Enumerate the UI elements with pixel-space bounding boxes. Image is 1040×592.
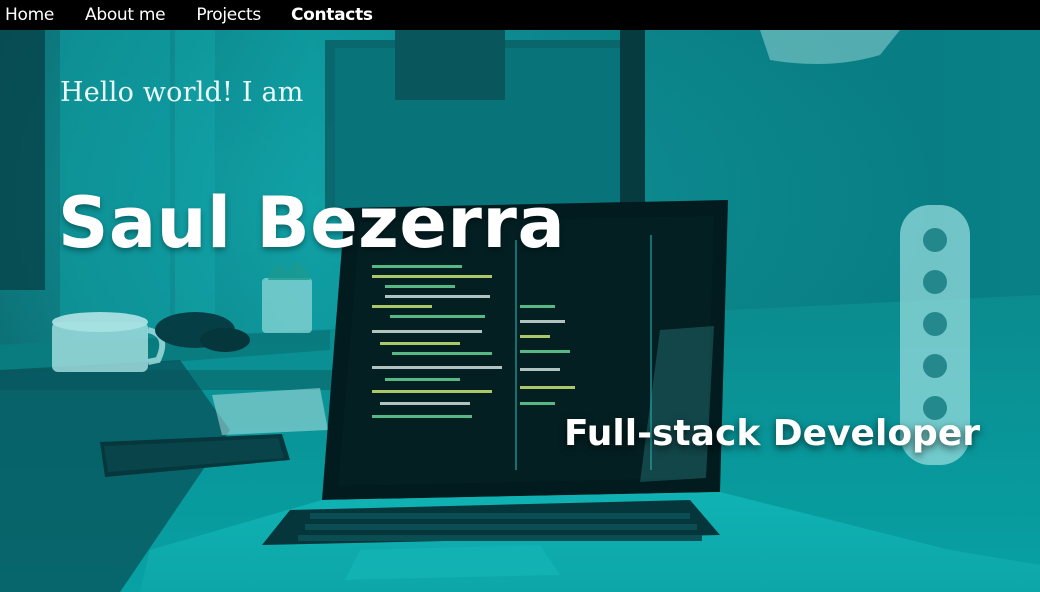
hero-name-heading: Saul Bezerra — [58, 182, 566, 264]
hero-role-subtitle: Full-stack Developer — [564, 413, 980, 454]
nav-projects-link[interactable]: Projects — [196, 0, 261, 30]
hero-greeting: Hello world! I am — [60, 77, 304, 108]
hero-section: Hello world! I am Saul Bezerra Full-stac… — [0, 30, 1040, 592]
nav-contacts-link[interactable]: Contacts — [291, 0, 373, 30]
nav-about-link[interactable]: About me — [85, 0, 166, 30]
nav-home-link[interactable]: Home — [5, 0, 54, 30]
hero-tint-overlay — [0, 30, 1040, 592]
page: Home About me Projects Contacts Hello wo… — [0, 0, 1040, 592]
top-nav: Home About me Projects Contacts — [0, 0, 1040, 30]
